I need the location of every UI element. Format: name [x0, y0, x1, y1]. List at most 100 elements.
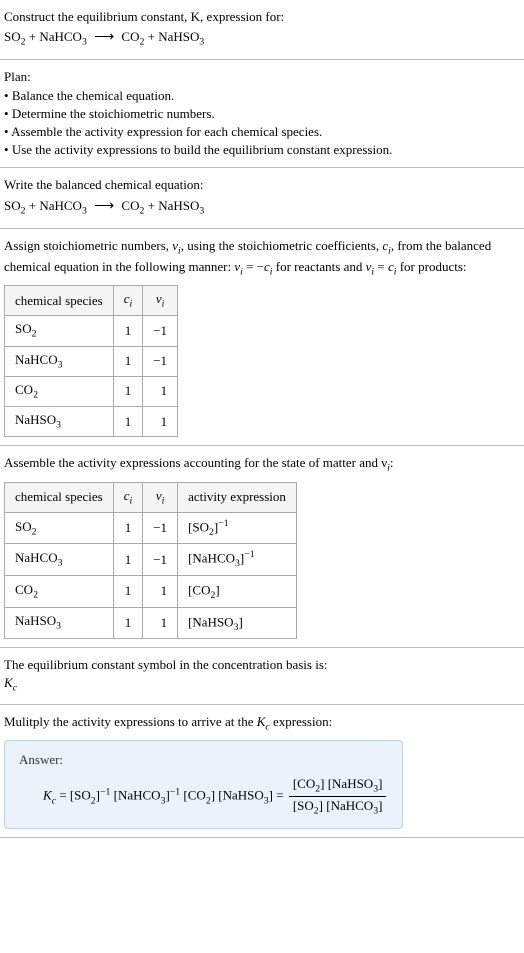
- numerator: [CO2] [NaHSO3]: [289, 775, 387, 797]
- plus-2: +: [144, 29, 158, 44]
- reactant-1: SO: [4, 198, 21, 213]
- multiply-text: Mulitply the activity expressions to arr…: [4, 713, 520, 734]
- cell-c: 1: [113, 376, 143, 406]
- reactant-1: SO: [4, 29, 21, 44]
- cell-c: 1: [113, 512, 143, 544]
- plus-1: +: [26, 29, 40, 44]
- term: [CO: [293, 776, 315, 791]
- table-row: NaHCO3 1 −1: [5, 346, 178, 376]
- sup: −1: [218, 518, 228, 529]
- answer-label: Answer:: [19, 751, 388, 769]
- base: NaHCO: [15, 550, 58, 565]
- base: SO: [15, 321, 32, 336]
- prompt-text: Construct the equilibrium constant, K, e…: [4, 8, 520, 26]
- balanced-section: Write the balanced chemical equation: SO…: [0, 168, 524, 228]
- product-2-sub: 3: [199, 37, 204, 48]
- reactant-2-sub: 3: [82, 37, 87, 48]
- plan-item: Determine the stoichiometric numbers.: [4, 105, 520, 123]
- sub: 2: [33, 589, 38, 600]
- cell-species: NaHCO3: [5, 346, 114, 376]
- cell-c: 1: [113, 576, 143, 608]
- cell-species: NaHCO3: [5, 544, 114, 576]
- cell-nu: −1: [143, 544, 178, 576]
- cell-nu: 1: [143, 376, 178, 406]
- term: [NaHCO: [326, 798, 373, 813]
- text: Mulitply the activity expressions to arr…: [4, 714, 257, 729]
- problem-statement: Construct the equilibrium constant, K, e…: [0, 0, 524, 60]
- reactant-2: NaHCO: [39, 198, 82, 213]
- cell-c: 1: [113, 407, 143, 437]
- balanced-title: Write the balanced chemical equation:: [4, 176, 520, 194]
- sup: −1: [100, 786, 110, 797]
- base: NaHSO: [15, 412, 56, 427]
- symbol-section: The equilibrium constant symbol in the c…: [0, 648, 524, 704]
- sub: 2: [32, 526, 37, 537]
- close: ]: [215, 582, 219, 597]
- term: [NaHSO: [328, 776, 374, 791]
- table-header-row: chemical species ci νi activity expressi…: [5, 482, 297, 512]
- text: = −: [243, 259, 264, 274]
- term: [CO: [183, 788, 205, 803]
- col-species: chemical species: [5, 482, 114, 512]
- col-activity: activity expression: [178, 482, 297, 512]
- reactant-2: NaHCO: [39, 29, 82, 44]
- c-sub: i: [130, 299, 133, 310]
- denominator: [SO2] [NaHCO3]: [289, 797, 387, 818]
- table-row: NaHCO3 1 −1 [NaHCO3]−1: [5, 544, 297, 576]
- term: [SO: [293, 798, 314, 813]
- close: ]: [378, 776, 382, 791]
- multiply-section: Mulitply the activity expressions to arr…: [0, 705, 524, 839]
- cell-activity: [SO2]−1: [178, 512, 297, 544]
- k: K: [43, 788, 52, 803]
- cell-activity: [CO2]: [178, 576, 297, 608]
- cell-c: 1: [113, 607, 143, 639]
- table-row: SO2 1 −1 [SO2]−1: [5, 512, 297, 544]
- close: ]: [378, 798, 382, 813]
- symbol-text: The equilibrium constant symbol in the c…: [4, 656, 520, 674]
- col-c: ci: [113, 482, 143, 512]
- base: SO: [15, 519, 32, 534]
- close: ]: [238, 614, 242, 629]
- c-sub: c: [13, 683, 17, 694]
- fraction: [CO2] [NaHSO3][SO2] [NaHCO3]: [289, 775, 387, 818]
- plan-list: Balance the chemical equation. Determine…: [4, 87, 520, 160]
- col-species: chemical species: [5, 286, 114, 316]
- balanced-equation: SO2 + NaHCO3 ⟶ CO2 + NaHSO3: [4, 195, 520, 220]
- stoich-table: chemical species ci νi SO2 1 −1 NaHCO3 1…: [4, 285, 178, 437]
- term: [NaHCO: [114, 788, 161, 803]
- product-2: NaHSO: [158, 198, 199, 213]
- base: CO: [15, 382, 33, 397]
- cell-nu: −1: [143, 512, 178, 544]
- table-header-row: chemical species ci νi: [5, 286, 178, 316]
- answer-box: Answer: Kc = [SO2]−1 [NaHCO3]−1 [CO2] [N…: [4, 740, 403, 830]
- base: [SO: [188, 519, 209, 534]
- stoich-intro: Assign stoichiometric numbers, νi, using…: [4, 237, 520, 279]
- cell-nu: −1: [143, 346, 178, 376]
- activity-table: chemical species ci νi activity expressi…: [4, 482, 297, 639]
- cell-c: 1: [113, 316, 143, 346]
- text: :: [390, 455, 394, 470]
- cell-c: 1: [113, 544, 143, 576]
- cell-species: CO2: [5, 376, 114, 406]
- cell-species: NaHSO3: [5, 407, 114, 437]
- sub: i: [130, 495, 133, 506]
- base: NaHSO: [15, 613, 56, 628]
- plan-item: Use the activity expressions to build th…: [4, 141, 520, 159]
- answer-expression: Kc = [SO2]−1 [NaHCO3]−1 [CO2] [NaHSO3] =…: [19, 775, 388, 818]
- plus: +: [144, 198, 158, 213]
- text: , using the stoichiometric coefficients,: [181, 238, 383, 253]
- col-c: ci: [113, 286, 143, 316]
- base: NaHCO: [15, 352, 58, 367]
- cell-species: SO2: [5, 512, 114, 544]
- base: [NaHSO: [188, 614, 234, 629]
- plan-item: Assemble the activity expression for eac…: [4, 123, 520, 141]
- text: for products:: [396, 259, 466, 274]
- text: for reactants and: [273, 259, 366, 274]
- term: [SO: [70, 788, 91, 803]
- text: Assemble the activity expressions accoun…: [4, 455, 387, 470]
- product-2: NaHSO: [158, 29, 199, 44]
- prompt-label: Construct the equilibrium constant, K, e…: [4, 9, 284, 24]
- cell-c: 1: [113, 346, 143, 376]
- text: Assign stoichiometric numbers,: [4, 238, 172, 253]
- cell-nu: 1: [143, 407, 178, 437]
